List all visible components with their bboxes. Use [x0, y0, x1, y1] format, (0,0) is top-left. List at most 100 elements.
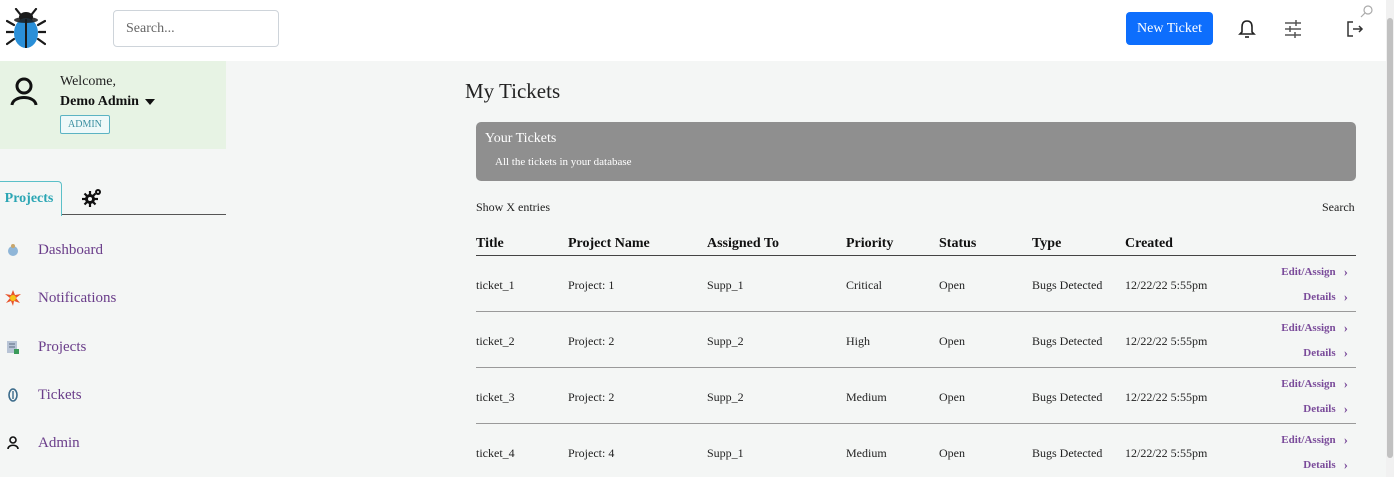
sidebar-item-admin[interactable]: Admin [0, 428, 226, 458]
banner-subtitle: All the tickets in your database [495, 156, 632, 168]
column-header-type[interactable]: Type [1032, 236, 1061, 252]
show-entries-label[interactable]: Show X entries [476, 200, 550, 215]
tickets-banner: Your Tickets All the tickets in your dat… [476, 122, 1356, 181]
details-link[interactable]: Details › [1303, 345, 1348, 361]
edit-assign-label: Edit/Assign [1281, 378, 1336, 390]
edit-assign-label: Edit/Assign [1281, 434, 1336, 446]
cell-created: 12/22/22 5:55pm [1125, 390, 1208, 404]
details-label: Details [1303, 291, 1336, 303]
bug-logo-icon[interactable] [4, 7, 48, 50]
top-navbar: New Ticket [0, 0, 1386, 61]
column-header-assigned-to[interactable]: Assigned To [707, 236, 779, 252]
chevron-right-icon: › [1343, 376, 1348, 391]
chevron-right-icon: › [1343, 401, 1348, 416]
sidebar-item-label: Projects [38, 338, 87, 355]
sidebar-item-projects[interactable]: Projects [0, 332, 226, 362]
table-row: ticket_1 Project: 1 Supp_1 Critical Open… [476, 256, 1356, 312]
sidebar-item-notifications[interactable]: Notifications [0, 283, 226, 313]
details-link[interactable]: Details › [1303, 289, 1348, 305]
sidebar-item-label: Admin [38, 434, 80, 451]
cell-title: ticket_4 [476, 446, 515, 460]
cell-type: Bugs Detected [1032, 390, 1103, 404]
cell-title: ticket_1 [476, 278, 515, 292]
gears-icon[interactable] [82, 188, 102, 208]
cell-project: Project: 4 [568, 446, 615, 460]
cell-status: Open [939, 446, 965, 460]
logout-icon[interactable] [1345, 18, 1365, 40]
tab-projects[interactable]: Projects [0, 181, 62, 216]
cell-type: Bugs Detected [1032, 278, 1103, 292]
cell-project: Project: 2 [568, 334, 615, 348]
cell-priority: Critical [846, 278, 882, 292]
cell-assigned: Supp_2 [707, 334, 744, 348]
edit-assign-link[interactable]: Edit/Assign › [1281, 432, 1348, 448]
cell-title: ticket_3 [476, 390, 515, 404]
cell-priority: Medium [846, 390, 887, 404]
sliders-icon[interactable] [1283, 18, 1303, 40]
search-icon[interactable] [1360, 4, 1374, 18]
edit-assign-link[interactable]: Edit/Assign › [1281, 376, 1348, 392]
cell-status: Open [939, 334, 965, 348]
cell-priority: High [846, 334, 870, 348]
new-ticket-button[interactable]: New Ticket [1126, 12, 1213, 45]
table-search-label[interactable]: Search [1322, 200, 1355, 215]
sidebar-item-label: Tickets [38, 386, 82, 403]
caret-down-icon [144, 99, 155, 105]
cell-assigned: Supp_2 [707, 390, 744, 404]
sidebar-item-label: Dashboard [38, 241, 103, 258]
search-input[interactable] [113, 10, 279, 47]
details-link[interactable]: Details › [1303, 401, 1348, 417]
table-row: ticket_4 Project: 4 Supp_1 Medium Open B… [476, 424, 1356, 477]
cell-project: Project: 1 [568, 278, 615, 292]
details-label: Details [1303, 403, 1336, 415]
banner-title: Your Tickets [485, 131, 557, 146]
column-header-title[interactable]: Title [476, 236, 504, 252]
cell-created: 12/22/22 5:55pm [1125, 334, 1208, 348]
edit-assign-label: Edit/Assign [1281, 266, 1336, 278]
welcome-card: Welcome, Demo Admin ADMIN [0, 61, 226, 149]
chevron-right-icon: › [1343, 320, 1348, 335]
page-scrollbar[interactable] [1386, 0, 1394, 477]
welcome-text: Welcome, [60, 74, 117, 89]
sidebar-tabs: Projects [0, 181, 226, 216]
chevron-right-icon: › [1343, 345, 1348, 360]
cell-assigned: Supp_1 [707, 446, 744, 460]
sidebar-item-label: Notifications [38, 289, 117, 306]
user-name: Demo Admin [60, 94, 139, 109]
sidebar-item-dashboard[interactable]: Dashboard [0, 235, 226, 265]
chevron-right-icon: › [1343, 432, 1348, 447]
column-header-status[interactable]: Status [939, 236, 976, 252]
cell-type: Bugs Detected [1032, 334, 1103, 348]
details-link[interactable]: Details › [1303, 457, 1348, 473]
column-header-priority[interactable]: Priority [846, 236, 893, 252]
cell-assigned: Supp_1 [707, 278, 744, 292]
table-row: ticket_2 Project: 2 Supp_2 High Open Bug… [476, 312, 1356, 368]
admin-icon [5, 435, 21, 451]
details-label: Details [1303, 347, 1336, 359]
notifications-icon [5, 290, 21, 306]
bell-icon[interactable] [1237, 18, 1257, 40]
cell-type: Bugs Detected [1032, 446, 1103, 460]
edit-assign-link[interactable]: Edit/Assign › [1281, 264, 1348, 280]
table-row: ticket_3 Project: 2 Supp_2 Medium Open B… [476, 368, 1356, 424]
user-name-dropdown[interactable]: Demo Admin [60, 94, 155, 110]
tickets-icon [5, 387, 21, 403]
cell-status: Open [939, 278, 965, 292]
edit-assign-label: Edit/Assign [1281, 322, 1336, 334]
details-label: Details [1303, 459, 1336, 471]
column-header-created[interactable]: Created [1125, 236, 1173, 252]
chevron-right-icon: › [1343, 457, 1348, 472]
cell-status: Open [939, 390, 965, 404]
chevron-right-icon: › [1343, 289, 1348, 304]
sidebar-item-tickets[interactable]: Tickets [0, 380, 226, 410]
dashboard-icon [5, 242, 21, 258]
role-badge: ADMIN [60, 115, 110, 134]
column-header-project-name[interactable]: Project Name [568, 236, 650, 252]
page-title: My Tickets [465, 79, 561, 103]
cell-priority: Medium [846, 446, 887, 460]
scrollbar-thumb[interactable] [1387, 18, 1393, 458]
edit-assign-link[interactable]: Edit/Assign › [1281, 320, 1348, 336]
user-icon [10, 77, 38, 107]
cell-created: 12/22/22 5:55pm [1125, 278, 1208, 292]
cell-project: Project: 2 [568, 390, 615, 404]
